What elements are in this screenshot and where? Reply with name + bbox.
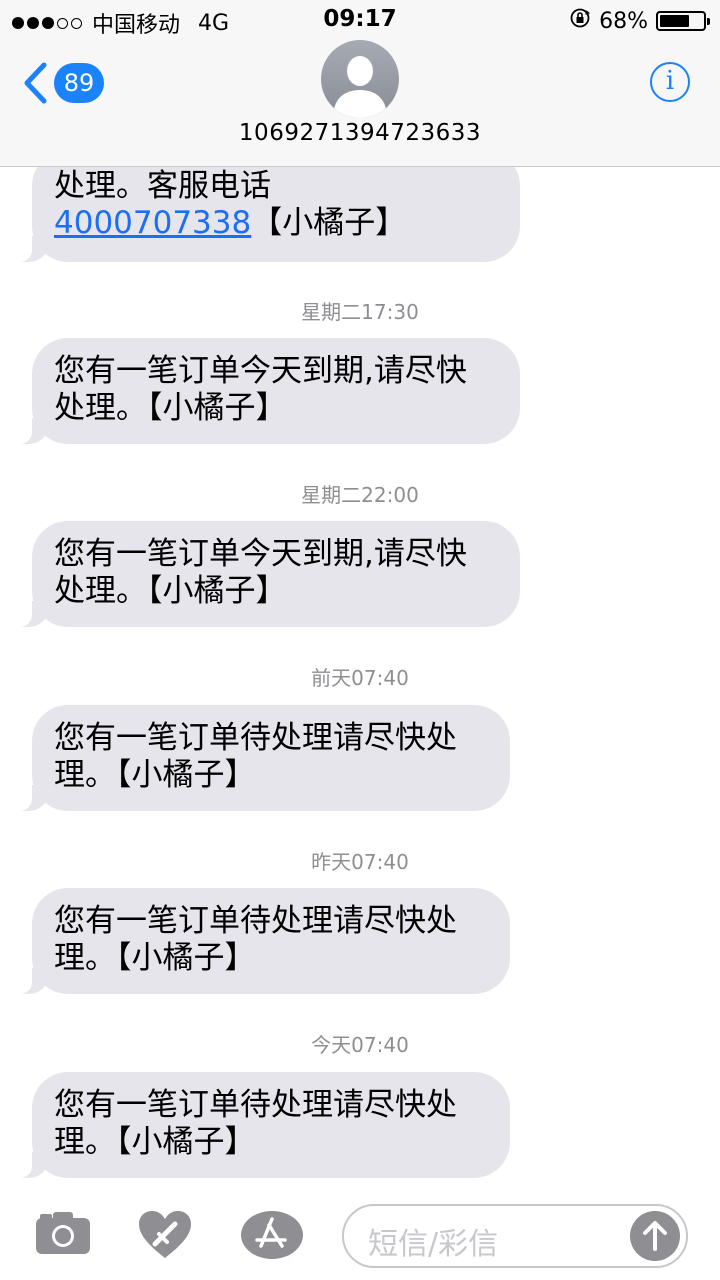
person-icon: [333, 56, 387, 118]
message-bubble[interactable]: 您有一笔订单待处理请尽快处 理。【小橘子】: [12, 705, 510, 811]
info-icon: i: [665, 66, 675, 96]
message-text: 理。【小橘子】: [54, 1124, 256, 1160]
message-bubble[interactable]: 您有一笔订单今天到期,请尽快 处理。【小橘子】: [12, 521, 520, 627]
message-text: 处理。【小橘子】: [54, 573, 287, 609]
message-timestamp: 昨天07:40: [311, 850, 409, 874]
message-bubble[interactable]: 您有一笔订单待处理请尽快处 理。【小橘子】: [12, 1072, 510, 1178]
digital-touch-button[interactable]: [137, 1210, 193, 1264]
send-button[interactable]: [630, 1211, 680, 1261]
message-timestamp: 星期二22:00: [301, 483, 419, 507]
battery-percent: 68%: [599, 8, 648, 34]
message-list[interactable]: 处理。客服电话 4000707338【小橘子】 星期二17:30 您有一笔订单今…: [0, 0, 720, 1280]
message-text: 处理。客服电话: [54, 168, 271, 204]
message-bubble[interactable]: 您有一笔订单今天到期,请尽快 处理。【小橘子】: [12, 338, 520, 444]
rotation-lock-icon: [569, 7, 591, 35]
message-text: 您有一笔订单今天到期,请尽快: [54, 353, 467, 389]
status-bar: 中国移动 4G 09:17 68%: [0, 0, 720, 40]
battery-icon: [656, 11, 710, 31]
info-button[interactable]: i: [650, 62, 690, 102]
message-text: 理。【小橘子】: [54, 940, 256, 976]
message-text: 处理。【小橘子】: [54, 390, 287, 426]
message-text: 您有一笔订单待处理请尽快处: [54, 720, 457, 756]
app-store-icon: [241, 1211, 303, 1259]
contact-avatar[interactable]: [321, 40, 399, 118]
compose-bar: 短信/彩信: [0, 1196, 720, 1280]
digital-touch-icon: [139, 1211, 191, 1258]
message-timestamp: 今天07:40: [311, 1033, 409, 1057]
message-text: 理。【小橘子】: [54, 757, 256, 793]
message-bubble[interactable]: 您有一笔订单待处理请尽快处 理。【小橘子】: [12, 888, 510, 994]
message-text: 【小橘子】: [251, 205, 407, 241]
app-store-button[interactable]: [240, 1210, 304, 1264]
message-text: 您有一笔订单待处理请尽快处: [54, 903, 457, 939]
message-text: 您有一笔订单待处理请尽快处: [54, 1087, 457, 1123]
camera-icon: [36, 1212, 90, 1254]
message-input-placeholder: 短信/彩信: [368, 1227, 499, 1262]
conversation-header: 中国移动 4G 09:17 68% 89 1069271394723633 i: [0, 0, 720, 167]
contact-number[interactable]: 1069271394723633: [0, 120, 720, 146]
message-timestamp: 前天07:40: [311, 666, 409, 690]
camera-button[interactable]: [34, 1210, 92, 1260]
back-button[interactable]: 89: [22, 62, 104, 104]
send-arrow-icon: [643, 1221, 667, 1251]
chevron-left-icon: [22, 62, 48, 104]
unread-count-badge: 89: [54, 63, 104, 103]
message-timestamp: 星期二17:30: [301, 300, 419, 324]
message-text: 您有一笔订单今天到期,请尽快: [54, 536, 467, 572]
message-input[interactable]: 短信/彩信: [342, 1204, 688, 1268]
phone-link[interactable]: 4000707338: [54, 205, 251, 241]
